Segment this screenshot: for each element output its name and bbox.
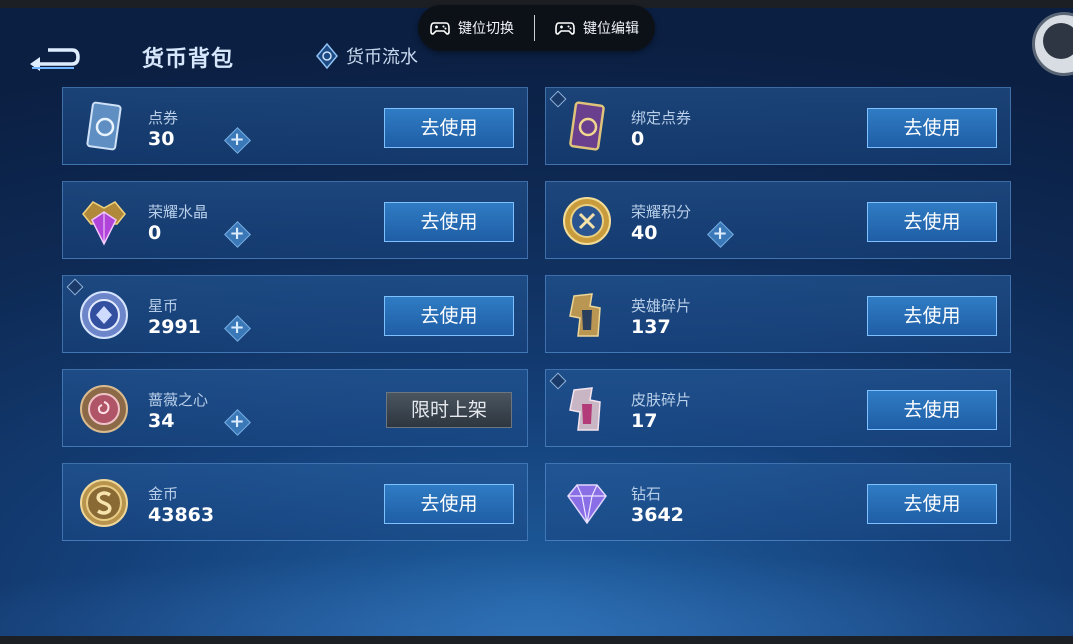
rose-heart-icon (80, 385, 128, 433)
currency-name: 荣耀积分 (631, 203, 692, 221)
limited-time-label: 限时上架 (386, 392, 512, 428)
back-arrow-icon[interactable] (28, 42, 82, 72)
key-switch-label: 键位切换 (458, 21, 514, 37)
use-glory-points-button[interactable]: 去使用 (867, 202, 997, 242)
hero-fragment-icon (569, 293, 601, 337)
currency-value: 0 (631, 128, 645, 150)
star-coin-icon (80, 291, 128, 339)
currency-value: 17 (631, 410, 658, 432)
currency-card-hero-fragment: 英雄碎片 137 去使用 (545, 275, 1011, 353)
currency-name: 星币 (148, 297, 179, 315)
key-mapping-overlay: 键位切换 键位编辑 (418, 5, 655, 51)
key-edit-label: 键位编辑 (583, 21, 639, 37)
use-gold-coin-button[interactable]: 去使用 (384, 484, 514, 524)
bound-voucher-card-icon (569, 101, 605, 151)
currency-card-bound-voucher: 绑定点券 0 去使用 (545, 87, 1011, 165)
currency-name: 点券 (148, 109, 179, 127)
use-voucher-button[interactable]: 去使用 (384, 108, 514, 148)
currency-card-voucher: 点券 30 + 去使用 (62, 87, 528, 165)
use-hero-fragment-button[interactable]: 去使用 (867, 296, 997, 336)
currency-value: 43863 (148, 504, 215, 526)
currency-card-skin-fragment: 皮肤碎片 17 去使用 (545, 369, 1011, 447)
currency-name: 金币 (148, 485, 179, 503)
currency-card-glory-crystal: 荣耀水晶 0 + 去使用 (62, 181, 528, 259)
add-glory-points-button[interactable]: + (707, 221, 734, 248)
currency-card-rose-heart: 蔷薇之心 34 + 限时上架 (62, 369, 528, 447)
add-voucher-button[interactable]: + (224, 127, 251, 154)
currency-card-star-coin: 星币 2991 + 去使用 (62, 275, 528, 353)
skin-fragment-icon (569, 387, 601, 431)
currency-name: 荣耀水晶 (148, 203, 209, 221)
use-bound-voucher-button[interactable]: 去使用 (867, 108, 997, 148)
glory-points-coin-icon (563, 197, 611, 245)
key-switch-button[interactable]: 键位切换 (418, 5, 534, 51)
gamepad-icon (430, 22, 450, 35)
currency-value: 30 (148, 128, 175, 150)
gamepad-icon (555, 22, 575, 35)
use-glory-crystal-button[interactable]: 去使用 (384, 202, 514, 242)
use-diamond-button[interactable]: 去使用 (867, 484, 997, 524)
bottom-frame (0, 636, 1073, 644)
key-edit-button[interactable]: 键位编辑 (535, 5, 639, 51)
flow-tab-icon (316, 43, 338, 69)
gold-coin-icon (80, 479, 128, 527)
currency-name: 英雄碎片 (631, 297, 692, 315)
corner-button-inner (1043, 23, 1073, 59)
glory-crystal-icon (82, 201, 126, 246)
currency-value: 40 (631, 222, 658, 244)
tab-currency-flow[interactable]: 货币流水 (316, 42, 418, 70)
page-title: 货币背包 (142, 47, 235, 72)
currency-name: 蔷薇之心 (148, 391, 209, 409)
add-star-coin-button[interactable]: + (224, 315, 251, 342)
diamond-icon (567, 484, 607, 525)
currency-name: 钻石 (631, 485, 662, 503)
voucher-card-icon (86, 101, 122, 151)
currency-name: 绑定点券 (631, 109, 692, 127)
currency-card-gold-coin: 金币 43863 去使用 (62, 463, 528, 541)
currency-value: 2991 (148, 316, 201, 338)
currency-card-glory-points: 荣耀积分 40 + 去使用 (545, 181, 1011, 259)
currency-value: 3642 (631, 504, 684, 526)
currency-name: 皮肤碎片 (631, 391, 692, 409)
add-glory-crystal-button[interactable]: + (224, 221, 251, 248)
currency-value: 137 (631, 316, 671, 338)
currency-value: 34 (148, 410, 175, 432)
currency-card-diamond: 钻石 3642 去使用 (545, 463, 1011, 541)
currency-value: 0 (148, 222, 162, 244)
use-skin-fragment-button[interactable]: 去使用 (867, 390, 997, 430)
use-star-coin-button[interactable]: 去使用 (384, 296, 514, 336)
flow-tab-label: 货币流水 (346, 47, 418, 68)
add-rose-heart-button[interactable]: + (224, 409, 251, 436)
currency-backpack-screen: 货币背包 货币流水 点券 30 + 去使用 绑定点券 0 去使用 荣耀水晶 0 … (0, 8, 1073, 636)
